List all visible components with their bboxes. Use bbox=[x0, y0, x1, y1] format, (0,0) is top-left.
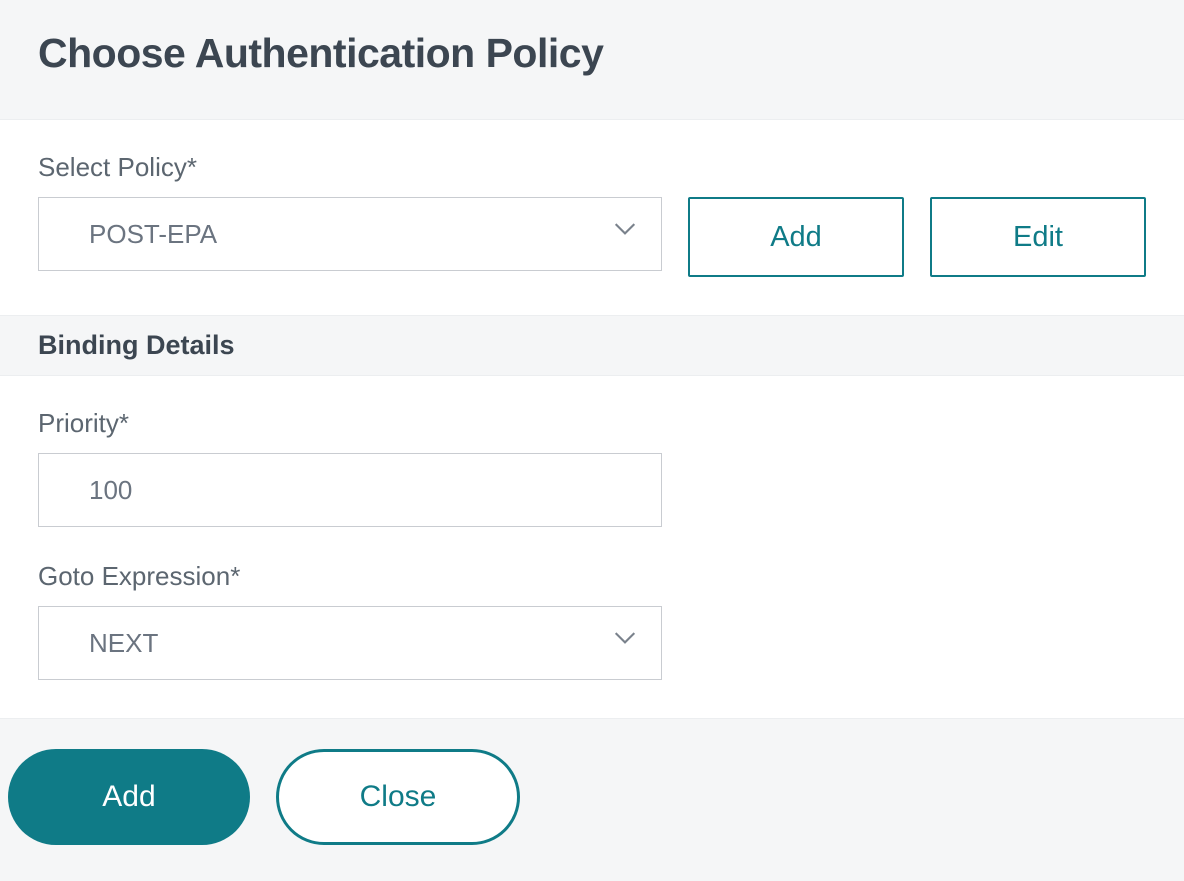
priority-label: Priority* bbox=[38, 408, 1146, 439]
add-policy-button[interactable]: Add bbox=[688, 197, 904, 277]
binding-details-title: Binding Details bbox=[38, 330, 1146, 361]
select-policy-value: POST-EPA bbox=[89, 219, 217, 250]
goto-expression-block: Goto Expression* NEXT bbox=[38, 561, 1146, 680]
priority-input[interactable]: 100 bbox=[38, 453, 662, 527]
priority-block: Priority* 100 bbox=[38, 408, 1146, 527]
page-header: Choose Authentication Policy bbox=[0, 0, 1184, 120]
footer-bar: Add Close bbox=[0, 718, 1184, 881]
goto-expression-value: NEXT bbox=[89, 628, 158, 659]
binding-details-header: Binding Details bbox=[0, 315, 1184, 376]
chevron-down-icon bbox=[611, 624, 639, 659]
goto-expression-label: Goto Expression* bbox=[38, 561, 1146, 592]
chevron-down-icon bbox=[611, 215, 639, 250]
select-policy-section: Select Policy* POST-EPA Add Edit bbox=[0, 120, 1184, 315]
edit-policy-button[interactable]: Edit bbox=[930, 197, 1146, 277]
select-policy-label: Select Policy* bbox=[38, 152, 1146, 183]
add-button[interactable]: Add bbox=[8, 749, 250, 845]
binding-details-section: Priority* 100 Goto Expression* NEXT bbox=[0, 376, 1184, 718]
page-title: Choose Authentication Policy bbox=[38, 30, 1146, 77]
priority-value: 100 bbox=[89, 475, 132, 506]
goto-expression-dropdown[interactable]: NEXT bbox=[38, 606, 662, 680]
select-policy-dropdown[interactable]: POST-EPA bbox=[38, 197, 662, 271]
select-policy-row: POST-EPA Add Edit bbox=[38, 197, 1146, 277]
close-button[interactable]: Close bbox=[276, 749, 520, 845]
